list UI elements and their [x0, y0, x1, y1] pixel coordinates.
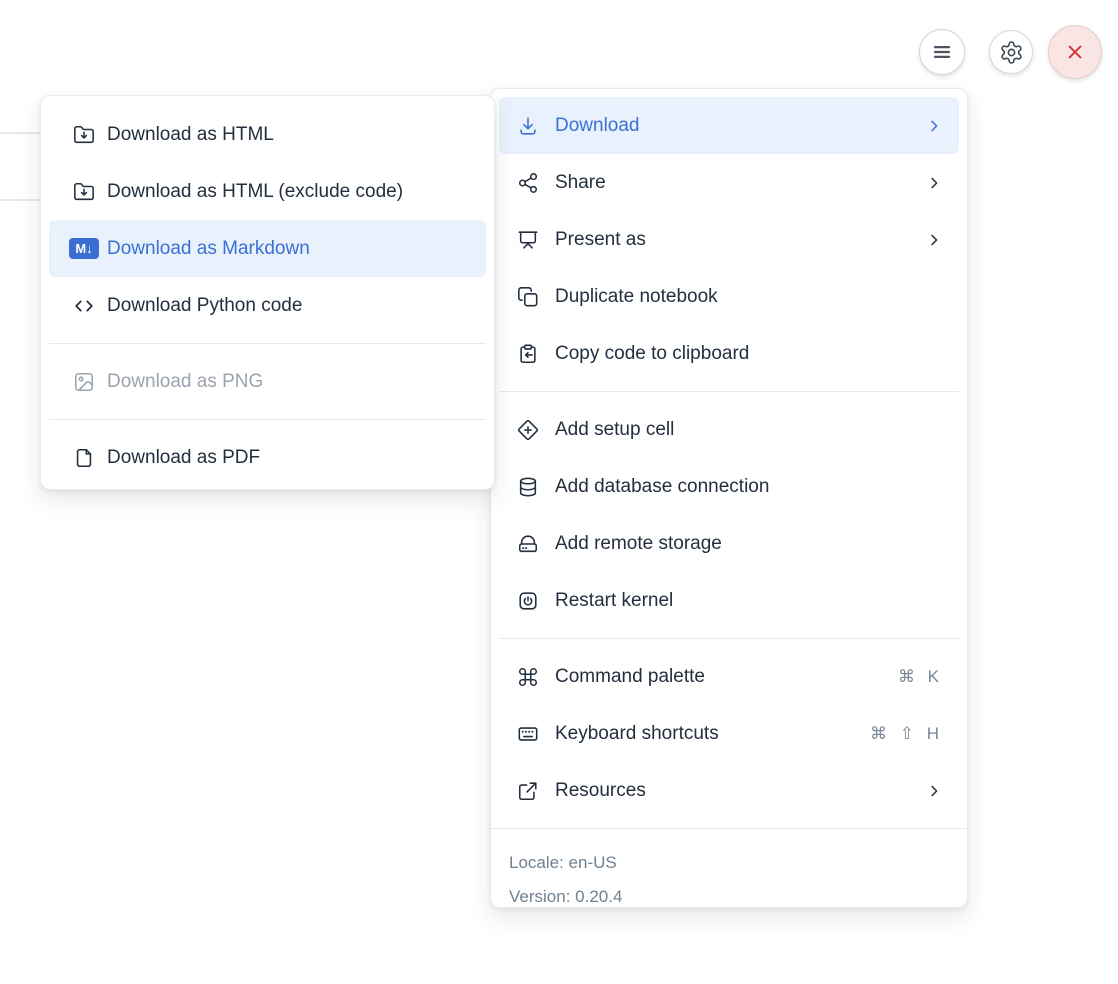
menu-item-label: Resources	[555, 780, 925, 802]
version-text: Version: 0.20.4	[509, 880, 949, 914]
command-icon	[517, 666, 539, 688]
menu-item-keyboard-shortcuts[interactable]: Keyboard shortcuts ⌘ ⇧ H	[499, 705, 959, 762]
share-icon	[517, 172, 539, 194]
menu-item-add-remote-storage[interactable]: Add remote storage	[499, 515, 959, 572]
image-icon	[73, 371, 95, 393]
code-icon	[73, 295, 95, 317]
menu-item-duplicate-notebook[interactable]: Duplicate notebook	[499, 268, 959, 325]
menu-separator	[499, 638, 959, 639]
keyboard-icon	[517, 723, 539, 745]
shortcut-hint: ⌘ ⇧ H	[870, 724, 943, 744]
chevron-right-icon	[925, 174, 943, 192]
power-square-icon	[517, 590, 539, 612]
menu-item-resources[interactable]: Resources	[499, 762, 959, 819]
notebook-menu-button[interactable]	[919, 29, 965, 75]
chevron-right-icon	[925, 231, 943, 249]
download-submenu: Download as HTML Download as HTML (exclu…	[40, 95, 495, 490]
folder-download-icon	[73, 181, 95, 203]
menu-item-label: Duplicate notebook	[555, 286, 945, 308]
menu-item-label: Download Python code	[107, 295, 472, 317]
locale-text: Locale: en-US	[509, 846, 949, 880]
menu-item-add-setup-cell[interactable]: Add setup cell	[499, 401, 959, 458]
menu-item-copy-code[interactable]: Copy code to clipboard	[499, 325, 959, 382]
page-edge-line	[0, 199, 40, 201]
clipboard-copy-icon	[517, 343, 539, 365]
menu-item-label: Command palette	[555, 666, 898, 688]
menu-item-download-as-html[interactable]: Download as HTML	[49, 106, 486, 163]
menu-item-label: Download as HTML (exclude code)	[107, 181, 472, 203]
markdown-download-icon: M↓	[73, 238, 95, 260]
menu-item-label: Add database connection	[555, 476, 945, 498]
menu-item-label: Add remote storage	[555, 533, 945, 555]
diamond-plus-icon	[517, 419, 539, 441]
close-button[interactable]	[1048, 25, 1102, 79]
menu-item-restart-kernel[interactable]: Restart kernel	[499, 572, 959, 629]
download-icon	[517, 115, 539, 137]
menu-separator	[49, 343, 486, 344]
file-icon	[73, 447, 95, 469]
chevron-right-icon	[925, 117, 943, 135]
menu-item-label: Present as	[555, 229, 925, 251]
menu-item-download-python-code[interactable]: Download Python code	[49, 277, 486, 334]
menu-item-command-palette[interactable]: Command palette ⌘ K	[499, 648, 959, 705]
menu-item-label: Download as HTML	[107, 124, 472, 146]
close-x-icon	[1062, 39, 1088, 65]
menu-item-label: Restart kernel	[555, 590, 945, 612]
menu-item-label: Share	[555, 172, 925, 194]
hamburger-menu-icon	[929, 39, 955, 65]
database-icon	[517, 476, 539, 498]
menu-separator	[499, 391, 959, 392]
menu-item-label: Download as Markdown	[107, 238, 472, 260]
menu-item-download[interactable]: Download	[499, 97, 959, 154]
shortcut-hint: ⌘ K	[898, 667, 943, 687]
menu-item-share[interactable]: Share	[499, 154, 959, 211]
presentation-icon	[517, 229, 539, 251]
remote-storage-icon	[517, 533, 539, 555]
menu-item-label: Copy code to clipboard	[555, 343, 945, 365]
menu-item-download-as-markdown[interactable]: M↓ Download as Markdown	[49, 220, 486, 277]
chevron-right-icon	[925, 782, 943, 800]
menu-item-label: Download as PNG	[107, 371, 472, 393]
external-link-icon	[517, 780, 539, 802]
menu-item-label: Add setup cell	[555, 419, 945, 441]
settings-button[interactable]	[989, 30, 1033, 74]
menu-item-download-as-pdf[interactable]: Download as PDF	[49, 429, 486, 486]
page-edge-line	[0, 132, 40, 134]
menu-item-label: Keyboard shortcuts	[555, 723, 870, 745]
menu-item-add-database-connection[interactable]: Add database connection	[499, 458, 959, 515]
folder-download-icon	[73, 124, 95, 146]
notebook-menu: Download Share	[490, 88, 968, 908]
menu-item-download-as-html-exclude-code[interactable]: Download as HTML (exclude code)	[49, 163, 486, 220]
menu-item-present-as[interactable]: Present as	[499, 211, 959, 268]
menu-item-label: Download as PDF	[107, 447, 472, 469]
duplicate-pages-icon	[517, 286, 539, 308]
menu-item-label: Download	[555, 115, 925, 137]
menu-separator	[49, 419, 486, 420]
gear-icon	[999, 40, 1024, 65]
menu-item-download-as-png[interactable]: Download as PNG	[49, 353, 486, 410]
menu-footer: Locale: en-US Version: 0.20.4	[491, 838, 967, 920]
menu-separator	[491, 828, 967, 829]
